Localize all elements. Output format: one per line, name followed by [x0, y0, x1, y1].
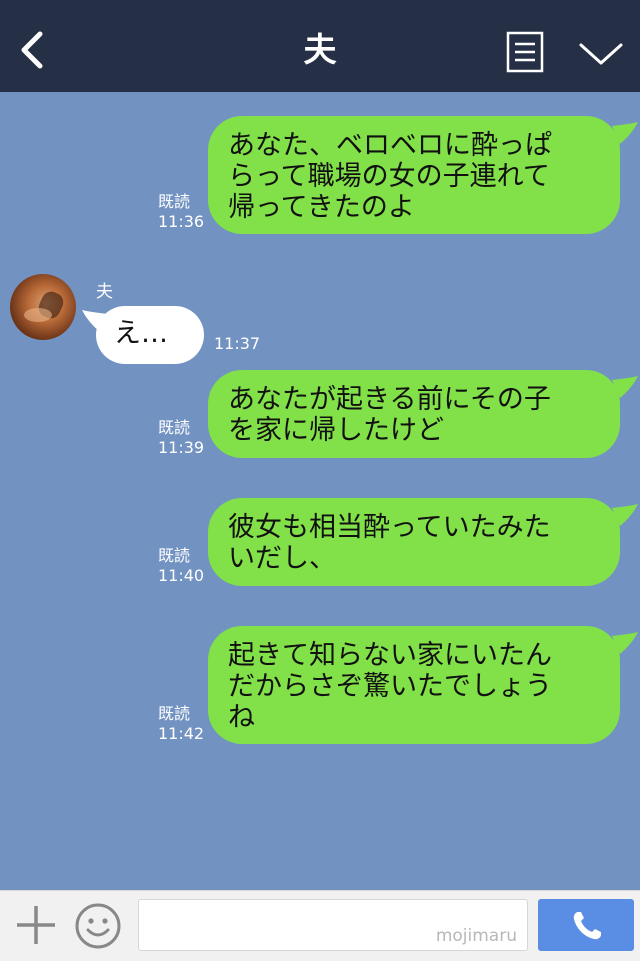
message-meta: 既読 11:42 — [158, 704, 204, 744]
bubble-tail — [612, 504, 638, 526]
outgoing-message[interactable]: あなたが起きる前にその子 を家に帰したけど — [208, 370, 620, 458]
incoming-message[interactable]: え… — [96, 306, 204, 364]
bubble-tail — [612, 632, 638, 654]
read-receipt: 既読 — [158, 192, 191, 211]
read-receipt: 既読 — [158, 704, 191, 723]
read-receipt: 既読 — [158, 418, 191, 437]
timestamp: 11:40 — [158, 566, 205, 585]
outgoing-message[interactable]: あなた、ベロベロに酔っぱ らって職場の女の子連れて 帰ってきたのよ — [208, 116, 620, 234]
bubble-tail — [612, 122, 638, 144]
phone-icon — [573, 912, 601, 940]
message-composer: mojimaru — [0, 890, 640, 961]
sender-name: 夫 — [96, 282, 113, 302]
chat-header: 夫 — [0, 0, 640, 92]
message-meta: 既読 11:40 — [158, 546, 204, 586]
plus-icon[interactable] — [14, 903, 58, 947]
timestamp: 11:39 — [158, 438, 205, 457]
chat-area[interactable]: あなた、ベロベロに酔っぱ らって職場の女の子連れて 帰ってきたのよ 既読 11:… — [0, 92, 640, 890]
message-meta: 既読 11:36 — [158, 192, 204, 232]
bubble-tail — [612, 376, 638, 398]
chevron-down-icon[interactable] — [578, 40, 624, 68]
avatar[interactable] — [10, 274, 76, 340]
outgoing-message[interactable]: 彼女も相当酔っていたみた いだし、 — [208, 498, 620, 586]
timestamp: 11:37 — [214, 334, 261, 353]
notes-icon[interactable] — [506, 31, 544, 73]
emoji-icon[interactable] — [74, 902, 122, 950]
chat-title: 夫 — [303, 30, 337, 69]
timestamp: 11:42 — [158, 724, 205, 743]
outgoing-message[interactable]: 起きて知らない家にいたん だからさぞ驚いたでしょう ね — [208, 626, 620, 744]
timestamp: 11:36 — [158, 212, 205, 231]
message-meta: 既読 11:39 — [158, 418, 204, 458]
message-input[interactable]: mojimaru — [138, 899, 528, 951]
watermark: mojimaru — [435, 926, 517, 946]
read-receipt: 既読 — [158, 546, 191, 565]
call-button[interactable] — [538, 899, 634, 951]
